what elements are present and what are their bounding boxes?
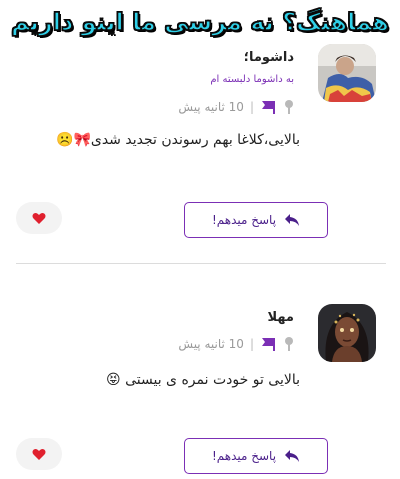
comment-time: 10 ثانیه پیش <box>178 337 244 351</box>
comment-author[interactable]: داشوما؛ <box>244 50 294 65</box>
reply-button[interactable]: پاسخ میدهم! <box>184 202 328 238</box>
heart-icon <box>32 212 46 224</box>
reply-arrow-icon <box>285 214 300 226</box>
reply-button[interactable]: پاسخ میدهم! <box>184 438 328 474</box>
meta-separator: | <box>249 100 254 114</box>
avatar[interactable] <box>318 304 376 362</box>
comment-meta: | 10 ثانیه پیش <box>178 98 296 116</box>
avatar[interactable] <box>318 44 376 102</box>
meta-separator: | <box>249 337 254 351</box>
like-button[interactable] <box>16 438 62 470</box>
pin-icon[interactable] <box>282 99 296 115</box>
reply-arrow-icon <box>285 450 300 462</box>
like-button[interactable] <box>16 202 62 234</box>
reply-button-label: پاسخ میدهم! <box>211 213 277 227</box>
comment-text: بالایی،کلاغا بهم رسوندن تجدید شدی🎀☹️ <box>56 132 300 148</box>
meme-caption: هماهنگ؟ نه مرسی ما اینو داریم <box>10 7 389 37</box>
pin-icon[interactable] <box>282 336 296 352</box>
flag-icon[interactable] <box>260 100 276 114</box>
comment-card: مهلا | 10 ثانیه پیش بالایی تو خودت نمره … <box>0 280 400 479</box>
comment-meta: | 10 ثانیه پیش <box>178 335 296 353</box>
reply-button-label: پاسخ میدهم! <box>211 449 277 463</box>
comment-text: بالایی تو خودت نمره ی بیستی 😝 <box>106 372 300 388</box>
comment-card: داشوما؛ به داشوما دلبسته ام | 10 ثانیه پ… <box>0 44 400 258</box>
flag-icon[interactable] <box>260 337 276 351</box>
comment-author[interactable]: مهلا <box>267 310 294 325</box>
heart-icon <box>32 448 46 460</box>
author-note: به داشوما دلبسته ام <box>210 74 294 85</box>
meme-caption-banner: هماهنگ؟ نه مرسی ما اینو داریم <box>0 0 400 44</box>
comment-divider <box>16 263 386 264</box>
comment-time: 10 ثانیه پیش <box>178 100 244 114</box>
